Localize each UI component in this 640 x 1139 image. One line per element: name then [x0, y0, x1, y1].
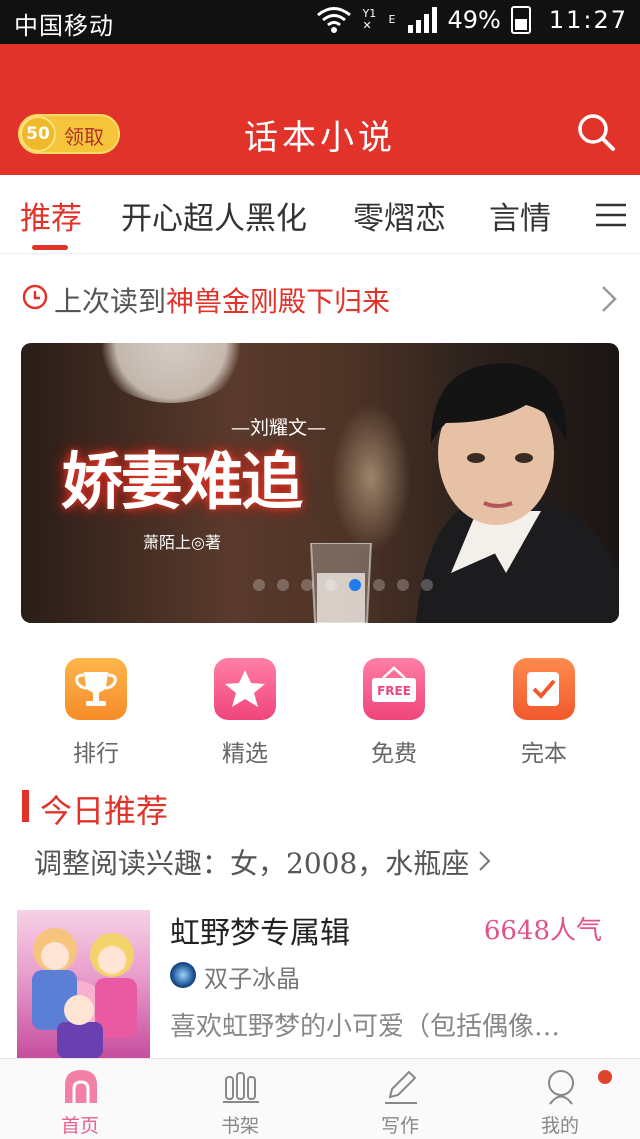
nav-label: 书架	[220, 1115, 259, 1137]
pagination-dot[interactable]	[277, 579, 289, 591]
app-header: 50 领取 话本小说	[0, 44, 640, 175]
search-icon[interactable]	[574, 110, 618, 154]
section-title: 今日推荐	[40, 792, 169, 830]
star-icon	[214, 658, 276, 720]
nav-bookshelf[interactable]: 书架	[175, 1059, 305, 1139]
pagination-dot[interactable]	[421, 579, 433, 591]
active-tab-indicator	[32, 245, 68, 250]
network-y1: Y1	[362, 7, 377, 20]
tab-recommend[interactable]: 推荐	[20, 193, 82, 238]
nav-label: 首页	[60, 1115, 99, 1137]
book-title: 虹野梦专属辑	[170, 916, 350, 951]
carrier-name: 中国移动	[14, 12, 114, 40]
bookshelf-icon	[223, 1072, 259, 1103]
featured-banner[interactable]: —刘耀文— 娇妻难追 萧陌上◎著	[21, 343, 619, 623]
last-read-prefix: 上次读到	[54, 285, 167, 318]
profile-icon	[548, 1070, 574, 1105]
adjust-interest-link[interactable]: 调整阅读兴趣：女，2008，水瓶座	[34, 842, 493, 882]
pagination-dot[interactable]	[373, 579, 385, 591]
book-cover	[17, 910, 150, 1058]
free-badge-text: FREE	[377, 684, 411, 698]
check-book-icon	[513, 658, 575, 720]
nav-write[interactable]: 写作	[335, 1059, 465, 1139]
banner-writer: 萧陌上◎著	[143, 533, 221, 552]
pagination-dot[interactable]	[325, 579, 337, 591]
pagination-dot[interactable]	[301, 579, 313, 591]
network-e: E	[388, 13, 396, 26]
section-accent-bar	[22, 790, 29, 822]
nav-label: 我的	[540, 1115, 579, 1137]
category-tabs: 推荐 开心超人黑化 零熠恋 言情	[0, 175, 640, 254]
quick-link-featured[interactable]: 精选	[200, 658, 290, 768]
quick-link-free[interactable]: FREE 免费	[349, 658, 439, 768]
status-bar: 中国移动 Y1 ✕ E 49% 11:27	[0, 0, 640, 44]
pagination-dot[interactable]	[253, 579, 265, 591]
interest-text: 调整阅读兴趣：女，2008，水瓶座	[34, 847, 470, 880]
pagination-dot[interactable]	[397, 579, 409, 591]
quick-link-label: 免费	[371, 741, 417, 767]
tab-romance[interactable]: 言情	[489, 193, 551, 238]
signal-icon	[408, 7, 438, 33]
chevron-right-icon	[602, 286, 617, 312]
quick-link-completed[interactable]: 完本	[499, 658, 589, 768]
book-list-item[interactable]: 虹野梦专属辑 6648人气 双子冰晶 喜欢虹野梦的小可爱（包括偶像…	[0, 900, 640, 1058]
notification-badge	[598, 1070, 612, 1084]
book-description: 喜欢虹野梦的小可爱（包括偶像…	[170, 1012, 561, 1042]
battery-icon	[510, 6, 531, 34]
pagination-dot-active[interactable]	[349, 579, 361, 591]
last-read-row[interactable]: 上次读到神兽金刚殿下归来	[0, 268, 640, 328]
book-popularity: 6648人气	[483, 916, 602, 946]
banner-pagination	[253, 579, 433, 591]
quick-link-label: 完本	[521, 741, 567, 767]
banner-title: 娇妻难追	[61, 445, 303, 518]
last-read-book: 神兽金刚殿下归来	[166, 285, 391, 318]
clock-time: 11:27	[548, 6, 628, 34]
trophy-icon	[65, 658, 127, 720]
home-icon	[65, 1070, 97, 1103]
status-icons: Y1 ✕ E 49% 11:27	[316, 6, 628, 34]
book-author: 双子冰晶	[204, 965, 300, 993]
banner-lamp-shade	[91, 343, 251, 403]
chevron-right-icon	[479, 851, 491, 871]
tab-happy-superman[interactable]: 开心超人黑化	[121, 193, 307, 238]
quick-link-ranking[interactable]: 排行	[51, 658, 141, 768]
quick-link-label: 精选	[222, 741, 268, 767]
tab-lingyilian[interactable]: 零熠恋	[353, 193, 446, 238]
quick-link-label: 排行	[73, 741, 119, 767]
battery-percent: 49%	[447, 6, 501, 34]
nav-label: 写作	[380, 1115, 419, 1137]
bottom-navigation: 首页 书架 写作 我的	[0, 1058, 640, 1139]
app-title: 话本小说	[244, 118, 396, 158]
author-avatar	[170, 962, 196, 988]
last-read-text: 上次读到神兽金刚殿下归来	[54, 280, 390, 320]
clock-icon	[22, 284, 48, 310]
tab-menu-icon[interactable]	[590, 195, 630, 235]
wifi-icon	[317, 7, 352, 33]
free-tag-icon: FREE	[363, 658, 425, 720]
nav-home[interactable]: 首页	[15, 1059, 145, 1139]
pen-icon	[385, 1070, 417, 1104]
